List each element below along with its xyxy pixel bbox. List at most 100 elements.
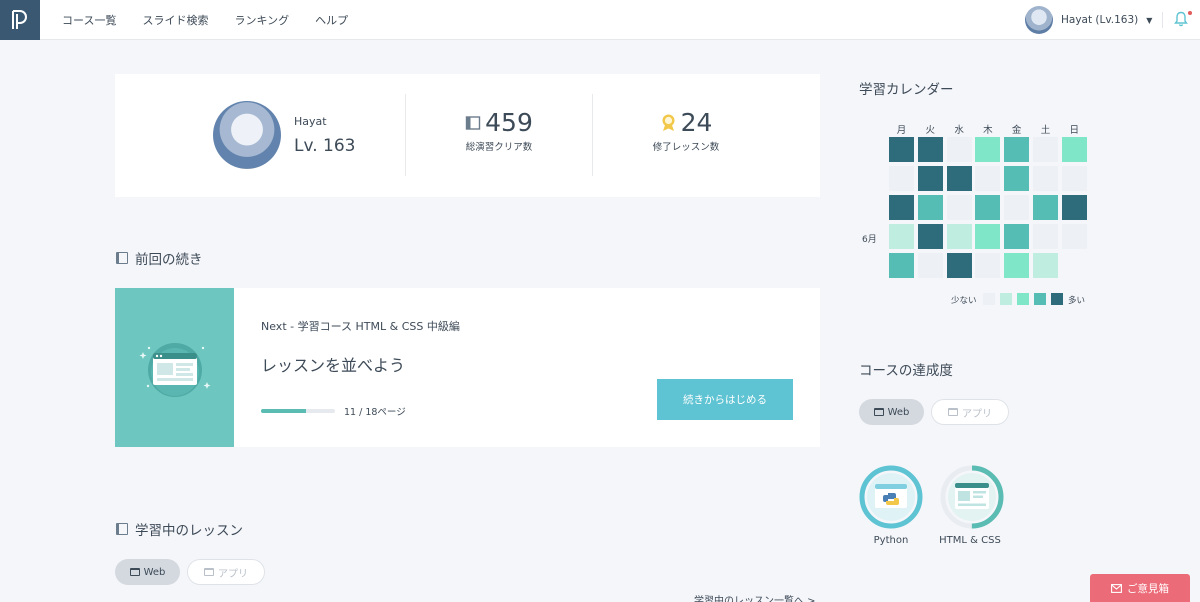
learning-tab-web[interactable]: Web (115, 559, 180, 585)
calendar-day-cell[interactable] (946, 195, 972, 220)
calendar-day-cell[interactable] (975, 253, 1001, 278)
top-header: コース一覧 スライド検索 ランキング ヘルプ Hayat (Lv.163) ▼ (0, 0, 1200, 40)
calendar-weekday: 月 (896, 125, 907, 136)
calendar-day-cell[interactable] (917, 253, 943, 278)
continue-section-title: 前回の続き (116, 248, 203, 268)
achievement-tab-web[interactable]: Web (859, 399, 924, 425)
stat-lessons-value: 24 (680, 108, 713, 137)
calendar-day-cell[interactable] (1061, 195, 1087, 220)
legend-swatch (1051, 293, 1063, 305)
calendar-day-cell[interactable] (946, 137, 972, 162)
lesson-progress-fill (261, 409, 307, 413)
legend-high-label: 多い (1068, 296, 1086, 306)
stat-lessons: 24 修了レッスン数 (593, 108, 779, 153)
next-course-label: Next - 学習コース HTML & CSS 中級編 (261, 320, 460, 333)
continue-button[interactable]: 続きからはじめる (657, 379, 793, 420)
achievement-title: コースの達成度 (859, 363, 953, 379)
python-ring (859, 465, 923, 529)
calendar-day-cell[interactable] (1033, 224, 1058, 249)
bell-icon[interactable] (1174, 11, 1188, 27)
calendar-day-cell[interactable] (1061, 224, 1087, 249)
calendar-day-cell[interactable] (1004, 137, 1030, 162)
calendar-day-cell[interactable] (1004, 166, 1030, 191)
course-ring-html-css-label: HTML & CSS (939, 535, 1001, 546)
calendar-day-cell[interactable] (1004, 195, 1030, 220)
calendar-day-cell[interactable] (1004, 224, 1030, 249)
calendar-day-cell[interactable] (889, 166, 914, 191)
mail-icon (1111, 583, 1122, 593)
window-icon (873, 408, 884, 416)
calendar-day-cell[interactable] (917, 137, 943, 162)
html-css-ring (940, 465, 1004, 529)
lesson-progress-bar (261, 409, 335, 413)
nav-slide-search[interactable]: スライド検索 (142, 12, 208, 28)
user-label: Hayat (Lv.163) (1061, 14, 1139, 26)
calendar-weekday: 水 (954, 125, 964, 136)
learning-section-title: 学習中のレッスン (116, 519, 243, 539)
calendar-day-cell[interactable] (1033, 253, 1058, 278)
lesson-title: レッスンを並べよう (261, 356, 406, 375)
calendar-day-cell[interactable] (975, 137, 1001, 162)
calendar-weekday: 火 (925, 125, 936, 136)
book-icon (116, 523, 128, 535)
medal-icon (662, 114, 675, 131)
window-icon (129, 568, 140, 576)
logo-icon (12, 10, 27, 29)
feedback-button[interactable]: ご意見箱 (1090, 574, 1190, 602)
learning-tab-web-label: Web (143, 566, 166, 578)
nav-courses[interactable]: コース一覧 (62, 12, 116, 28)
calendar-day-cell[interactable] (1061, 166, 1087, 191)
legend-swatch (983, 293, 995, 305)
learning-more-link[interactable]: 学習中のレッスン一覧へ > (694, 592, 816, 602)
notification-dot (1188, 11, 1192, 15)
course-ring-python[interactable] (859, 465, 923, 529)
calendar-day-cell[interactable] (946, 166, 972, 191)
calendar-day-cell[interactable] (1004, 253, 1030, 278)
calendar-day-cell[interactable] (889, 253, 914, 278)
header-divider (1162, 12, 1163, 28)
calendar-day-cell[interactable] (975, 195, 1001, 220)
calendar-day-cell[interactable] (1033, 137, 1058, 162)
main-nav: コース一覧 スライド検索 ランキング ヘルプ (62, 0, 348, 40)
profile-name: Hayat (294, 115, 327, 128)
calendar-day-cell[interactable] (1061, 137, 1087, 162)
continue-title-text: 前回の続き (135, 252, 203, 268)
lesson-thumbnail (115, 288, 234, 447)
user-avatar (1025, 6, 1053, 34)
lesson-pages: 11 / 18ページ (344, 407, 406, 418)
book-icon (465, 115, 481, 130)
calendar-day-cell[interactable] (917, 166, 943, 191)
calendar-day-cell[interactable] (917, 195, 943, 220)
profile-card: Hayat Lv. 163 459 総演習クリア数 24 修了レッスン数 (115, 74, 820, 197)
legend-swatch (1000, 293, 1012, 305)
achievement-tab-app[interactable]: アプリ (931, 399, 1009, 425)
calendar-day-cell[interactable] (1033, 195, 1058, 220)
calendar-day-cell[interactable] (889, 195, 914, 220)
calendar-day-cell[interactable] (946, 253, 972, 278)
stat-exercises-value: 459 (485, 108, 533, 137)
nav-help[interactable]: ヘルプ (315, 12, 348, 28)
course-ring-html-css[interactable] (940, 465, 1004, 529)
course-ring-python-label: Python (873, 535, 909, 546)
calendar-day-cell[interactable] (889, 137, 914, 162)
logo[interactable] (0, 0, 40, 40)
user-menu[interactable]: Hayat (Lv.163) ▼ (1025, 6, 1152, 34)
window-icon (948, 408, 958, 416)
calendar-month: 6月 (862, 235, 877, 245)
calendar-weekday: 土 (1040, 125, 1051, 136)
calendar-day-cell[interactable] (1033, 166, 1058, 191)
calendar-day-cell[interactable] (975, 166, 1001, 191)
calendar-day-cell[interactable] (917, 224, 943, 249)
calendar-weekday: 金 (1011, 125, 1022, 136)
continue-card[interactable]: Next - 学習コース HTML & CSS 中級編 レッスンを並べよう 11… (115, 288, 820, 447)
calendar-day-cell[interactable] (889, 224, 914, 249)
legend-swatch (1017, 293, 1029, 305)
stat-exercises-label: 総演習クリア数 (465, 142, 533, 153)
calendar-day-cell[interactable] (946, 224, 972, 249)
calendar-day-cell[interactable] (975, 224, 1001, 249)
calendar-title: 学習カレンダー (859, 82, 954, 98)
learning-tab-app[interactable]: アプリ (187, 559, 265, 585)
achievement-tab-web-label: Web (887, 406, 910, 418)
window-icon (204, 568, 214, 576)
nav-ranking[interactable]: ランキング (234, 12, 289, 28)
